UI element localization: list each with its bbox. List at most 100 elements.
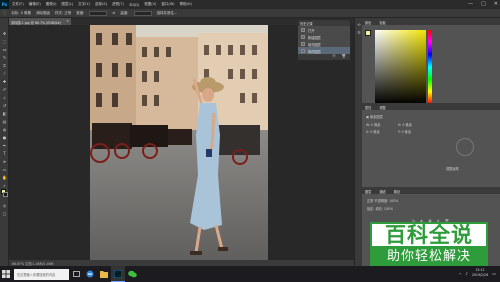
notification-icon[interactable]: ▭ (492, 271, 496, 276)
pen-tool-icon[interactable]: ✒ (2, 142, 8, 148)
tab-paths[interactable]: 路径 (394, 189, 400, 194)
style-select[interactable]: 样式: 正常 (55, 11, 71, 16)
color-picker-field[interactable] (375, 30, 426, 104)
hue-slider[interactable] (428, 30, 432, 104)
menu-file[interactable]: 文件(F) (12, 2, 24, 7)
volume-icon[interactable]: ♪ (465, 271, 468, 276)
history-panel-icon[interactable]: ⟲ (357, 22, 362, 27)
history-item-selected[interactable]: 修改图层 (298, 47, 350, 54)
collapsed-panel-dock: ⟲ ☰ (354, 18, 362, 266)
properties-panel-icon[interactable]: ☰ (357, 30, 362, 35)
photoshop-window: Ps 文件(F) 编辑(E) 图像(I) 图层(L) 文字(Y) 选择(S) 滤… (0, 0, 500, 266)
layers-panel-tabs: 图层 通道 路径 (362, 187, 500, 194)
taskbar-search-input[interactable]: 在这里输入你要搜索的内容 (14, 268, 69, 280)
crop-tool-icon[interactable]: ⌗ (2, 62, 8, 68)
new-snapshot-icon[interactable]: ⎘ (333, 54, 336, 60)
dodge-tool-icon[interactable]: ● (2, 134, 8, 140)
shape-tool-icon[interactable]: ▭ (2, 166, 8, 172)
task-view-icon[interactable] (69, 266, 83, 282)
lock-fill-row[interactable]: 锁定: 填充: 100% (365, 204, 497, 211)
foreground-color-chip[interactable] (365, 30, 371, 36)
tab-swatches[interactable]: 色板 (379, 20, 385, 25)
history-item[interactable]: 打开 (298, 26, 350, 33)
lasso-tool-icon[interactable]: ᔕ (2, 46, 8, 52)
start-button[interactable] (0, 266, 12, 282)
history-footer: ⎘ 🗑 (298, 54, 350, 60)
edge-browser-icon[interactable] (83, 266, 97, 282)
document-photo[interactable] (90, 25, 268, 266)
history-state-icon (301, 48, 305, 53)
height-label: 高度: (120, 10, 129, 15)
healing-tool-icon[interactable]: ✚ (2, 78, 8, 84)
clock[interactable]: 15:11 2019/2/26 (472, 268, 488, 278)
height-input[interactable] (133, 10, 152, 16)
baike-watermark: 百科全说 助你轻松解决 (370, 222, 488, 266)
menu-help[interactable]: 帮助(H) (180, 2, 192, 7)
width-value[interactable]: W: 0 像素 (366, 122, 380, 127)
stamp-tool-icon[interactable]: ⊥ (2, 94, 8, 100)
tab-layers[interactable]: 图层 (365, 189, 371, 194)
brush-tool-icon[interactable]: ✐ (2, 86, 8, 92)
y-value[interactable]: Y: 0 像素 (398, 129, 411, 134)
eyedropper-tool-icon[interactable]: ⁄ (2, 70, 8, 76)
menu-bar: Ps 文件(F) 编辑(E) 图像(I) 图层(L) 文字(Y) 选择(S) 滤… (0, 0, 500, 9)
minimize-button[interactable]: — (468, 1, 473, 7)
document-tab[interactable]: 未标题-1.jpg @ 66.7% (RGB/8#) × (9, 18, 71, 25)
tab-properties[interactable]: 属性 (365, 105, 371, 110)
quick-select-tool-icon[interactable]: ✎ (2, 54, 8, 60)
tab-adjustments[interactable]: 调整 (379, 105, 385, 110)
menu-edit[interactable]: 编辑(E) (29, 2, 41, 7)
file-explorer-icon[interactable] (97, 266, 111, 282)
feather-field[interactable]: 羽化: 0 像素 (11, 11, 31, 16)
marquee-tool-icon[interactable]: ⬚ (3, 11, 6, 15)
swap-icon[interactable]: ⇄ (112, 11, 115, 15)
history-item[interactable]: 新建图层 (298, 33, 350, 40)
close-button[interactable]: ✕ (494, 1, 498, 7)
gradient-tool-icon[interactable]: ▤ (2, 118, 8, 124)
menu-layer[interactable]: 图层(L) (61, 2, 73, 7)
blur-tool-icon[interactable]: ◍ (2, 126, 8, 132)
zoom-tool-icon[interactable]: ⌕ (2, 182, 8, 188)
hand-tool-icon[interactable]: ✋ (2, 174, 8, 180)
history-state-icon (301, 27, 305, 32)
history-item-label: 填充图层 (308, 42, 321, 47)
history-item[interactable]: 填充图层 (298, 40, 350, 47)
eraser-tool-icon[interactable]: ◧ (2, 110, 8, 116)
menu-window[interactable]: 窗口(W) (161, 2, 174, 7)
windows-logo-icon (2, 270, 10, 278)
move-tool-icon[interactable]: ✥ (2, 30, 8, 36)
menu-filter[interactable]: 滤镜(T) (112, 2, 124, 7)
marquee-tool-icon[interactable]: ⬚ (2, 38, 8, 44)
x-value[interactable]: X: 0 像素 (366, 129, 380, 134)
blend-opacity-row[interactable]: 正常 不透明度: 100% (365, 196, 497, 203)
background-color-swatch[interactable] (3, 192, 8, 197)
canvas-area[interactable] (9, 25, 354, 266)
menu-view[interactable]: 视图(V) (144, 2, 156, 7)
history-state-icon (301, 34, 305, 39)
anti-alias-checkbox[interactable]: 消除锯齿 (36, 11, 50, 16)
quick-mask-icon[interactable]: ◎ (2, 202, 8, 208)
type-tool-icon[interactable]: T (2, 150, 8, 156)
menu-type[interactable]: 文字(Y) (78, 2, 90, 7)
screen-mode-icon[interactable]: ▢ (2, 210, 8, 216)
history-brush-tool-icon[interactable]: ↺ (2, 102, 8, 108)
path-select-tool-icon[interactable]: ➤ (2, 158, 8, 164)
tab-color[interactable]: 颜色 (365, 20, 371, 25)
network-icon[interactable]: ⌁ (459, 271, 461, 276)
select-and-mask-button[interactable]: 选择并遮住... (157, 11, 178, 16)
properties-panel-tabs: 属性 调整 (362, 103, 500, 110)
learn-circle-icon (456, 138, 474, 156)
wechat-icon[interactable] (125, 266, 139, 282)
menu-3d[interactable]: 3D(D) (129, 3, 139, 7)
maximize-button[interactable]: □ (481, 1, 486, 7)
width-input[interactable] (89, 10, 108, 16)
menu-image[interactable]: 图像(I) (46, 2, 57, 7)
delete-state-icon[interactable]: 🗑 (342, 54, 346, 60)
tools-panel: ✥ ⬚ ᔕ ✎ ⌗ ⁄ ✚ ✐ ⊥ ↺ ◧ ▤ ◍ ● ✒ T ➤ ▭ ✋ ⌕ … (0, 18, 9, 266)
menu-select[interactable]: 选择(S) (95, 2, 107, 7)
close-tab-icon[interactable]: × (66, 19, 69, 23)
photoshop-taskbar-icon[interactable] (111, 266, 125, 282)
height-value[interactable]: H: 0 像素 (398, 122, 412, 127)
tab-channels[interactable]: 通道 (379, 189, 385, 194)
layer-type-label: ▣ 像素图层 (366, 115, 383, 119)
